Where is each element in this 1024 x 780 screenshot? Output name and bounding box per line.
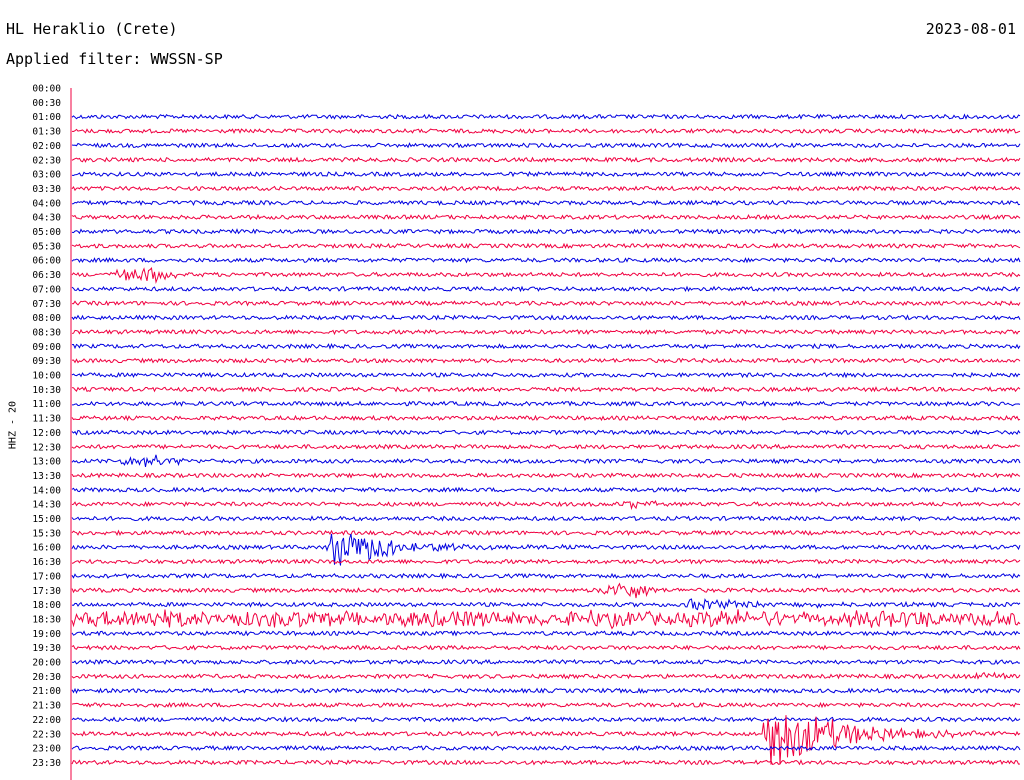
trace-line — [71, 472, 1021, 479]
trace-line — [71, 558, 1021, 565]
time-tick-label: 06:30 — [32, 270, 61, 281]
trace-line — [71, 486, 1021, 494]
trace-line — [71, 285, 1021, 293]
trace-line — [71, 257, 1021, 264]
time-tick-label: 04:00 — [32, 198, 61, 209]
trace-line — [71, 386, 1021, 393]
time-tick-label: 19:00 — [32, 629, 61, 640]
trace-line — [71, 371, 1021, 379]
trace-line — [71, 213, 1021, 221]
trace-line — [71, 644, 1021, 651]
time-tick-label: 10:30 — [32, 385, 61, 396]
trace-line — [71, 414, 1021, 422]
time-tick-label: 09:00 — [32, 342, 61, 353]
trace-line — [71, 266, 1021, 285]
trace-line — [71, 582, 1021, 599]
time-tick-label: 21:00 — [32, 686, 61, 697]
time-tick-label: 02:30 — [32, 155, 61, 166]
trace-line — [71, 170, 1021, 178]
time-tick-label: 10:00 — [32, 371, 61, 382]
time-tick-label: 08:30 — [32, 327, 61, 338]
trace-line — [71, 357, 1021, 364]
time-tick-label: 12:00 — [32, 428, 61, 439]
time-tick-label: 05:00 — [32, 227, 61, 238]
trace-line — [71, 759, 1021, 766]
trace-line — [71, 328, 1021, 336]
time-tick-label: 15:00 — [32, 514, 61, 525]
time-tick-label: 00:30 — [32, 98, 61, 109]
trace-line — [71, 701, 1021, 709]
trace-line — [71, 500, 1021, 511]
trace-line — [71, 529, 1021, 537]
time-tick-label: 07:00 — [32, 284, 61, 295]
seismogram-plot: 00:00 00:30 01:00 01:30 02:00 02:30 03:00 03:30… — [32, 84, 1021, 780]
time-tick-label: 22:00 — [32, 715, 61, 726]
trace-line — [71, 598, 1021, 611]
time-tick-label: 23:30 — [32, 758, 61, 769]
seismic-traces — [71, 113, 1021, 766]
time-tick-labels: 00:00 00:30 01:00 01:30 02:00 02:30 03:00 03:30… — [32, 84, 61, 769]
time-tick-label: 16:00 — [32, 543, 61, 554]
time-tick-label: 06:00 — [32, 256, 61, 267]
time-tick-label: 14:30 — [32, 500, 61, 511]
time-tick-label: 18:30 — [32, 614, 61, 625]
time-tick-label: 00:00 — [32, 84, 61, 95]
time-tick-label: 05:30 — [32, 241, 61, 252]
time-tick-label: 13:30 — [32, 471, 61, 482]
time-tick-label: 16:30 — [32, 557, 61, 568]
time-tick-label: 23:00 — [32, 744, 61, 755]
trace-line — [71, 454, 1021, 467]
trace-line — [71, 687, 1021, 694]
time-tick-label: 20:30 — [32, 672, 61, 683]
time-tick-label: 22:30 — [32, 729, 61, 740]
time-tick-label: 11:00 — [32, 399, 61, 410]
time-tick-label: 19:30 — [32, 643, 61, 654]
trace-line — [71, 127, 1021, 135]
trace-line — [71, 142, 1021, 149]
trace-line — [71, 658, 1021, 666]
trace-line — [71, 716, 1021, 723]
trace-line — [71, 515, 1021, 522]
trace-line — [71, 113, 1021, 120]
time-tick-label: 18:00 — [32, 600, 61, 611]
time-tick-label: 13:00 — [32, 457, 61, 468]
trace-line — [71, 342, 1021, 350]
trace-line — [71, 300, 1021, 307]
time-tick-label: 07:30 — [32, 299, 61, 310]
trace-line — [71, 314, 1021, 321]
time-tick-label: 03:00 — [32, 170, 61, 181]
time-tick-label: 21:30 — [32, 701, 61, 712]
time-tick-label: 17:30 — [32, 586, 61, 597]
trace-line — [71, 429, 1021, 436]
time-tick-label: 02:00 — [32, 141, 61, 152]
time-tick-label: 11:30 — [32, 414, 61, 425]
time-tick-label: 08:00 — [32, 313, 61, 324]
time-tick-label: 09:30 — [32, 356, 61, 367]
time-tick-label: 01:30 — [32, 127, 61, 138]
trace-line — [71, 609, 1021, 630]
trace-line — [71, 156, 1021, 164]
trace-line — [71, 242, 1021, 249]
trace-line — [71, 185, 1021, 192]
time-tick-label: 04:30 — [32, 213, 61, 224]
trace-line — [71, 715, 1021, 765]
time-tick-label: 01:00 — [32, 112, 61, 123]
trace-line — [71, 744, 1021, 752]
trace-line — [71, 199, 1021, 206]
time-tick-label: 20:00 — [32, 658, 61, 669]
trace-line — [72, 400, 1021, 407]
trace-line — [71, 443, 1021, 450]
trace-line — [71, 671, 1021, 680]
time-tick-label: 15:30 — [32, 528, 61, 539]
trace-line — [71, 572, 1021, 580]
time-tick-label: 03:30 — [32, 184, 61, 195]
trace-line — [71, 228, 1021, 235]
trace-line — [71, 630, 1021, 637]
time-tick-label: 14:00 — [32, 485, 61, 496]
time-tick-label: 12:30 — [32, 442, 61, 453]
time-tick-label: 17:00 — [32, 571, 61, 582]
